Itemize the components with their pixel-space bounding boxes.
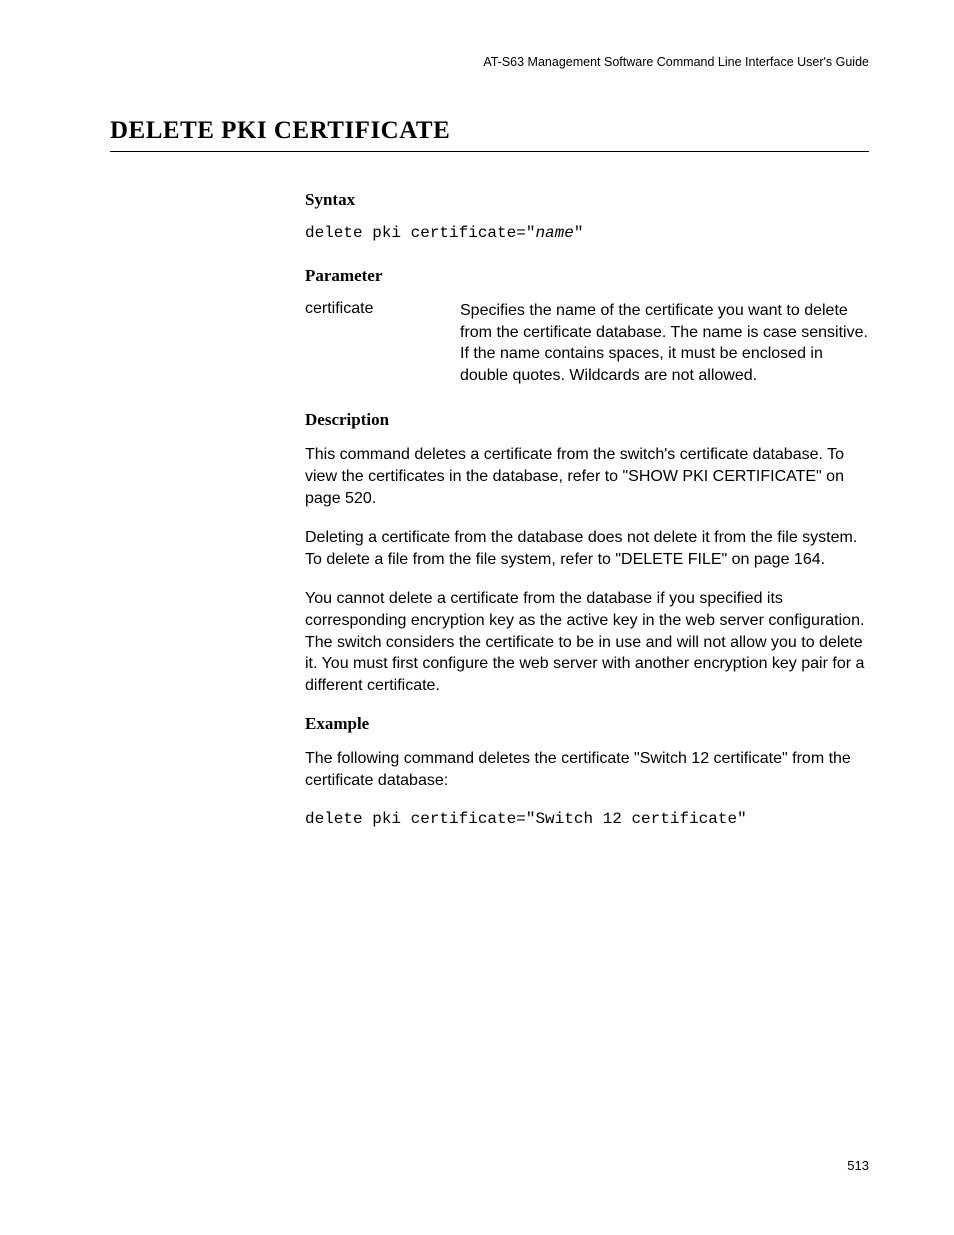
description-para-1: This command deletes a certificate from … (305, 444, 869, 509)
example-heading: Example (305, 714, 869, 734)
parameter-name: certificate (305, 300, 460, 386)
description-para-3: You cannot delete a certificate from the… (305, 588, 869, 696)
example-intro: The following command deletes the certif… (305, 748, 869, 791)
syntax-command: delete pki certificate="name" (305, 224, 869, 242)
syntax-suffix: " (574, 224, 584, 242)
page-number: 513 (847, 1158, 869, 1173)
parameter-heading: Parameter (305, 266, 869, 286)
parameter-description: Specifies the name of the certificate yo… (460, 300, 869, 386)
description-para-2: Deleting a certificate from the database… (305, 527, 869, 570)
syntax-heading: Syntax (305, 190, 869, 210)
example-command: delete pki certificate="Switch 12 certif… (305, 810, 869, 828)
description-heading: Description (305, 410, 869, 430)
content-area: Syntax delete pki certificate="name" Par… (305, 190, 869, 828)
parameter-row: certificate Specifies the name of the ce… (305, 300, 869, 386)
page-title: DELETE PKI CERTIFICATE (110, 117, 869, 152)
header-guide-title: AT-S63 Management Software Command Line … (110, 55, 869, 69)
syntax-prefix: delete pki certificate=" (305, 224, 535, 242)
syntax-param: name (535, 224, 573, 242)
